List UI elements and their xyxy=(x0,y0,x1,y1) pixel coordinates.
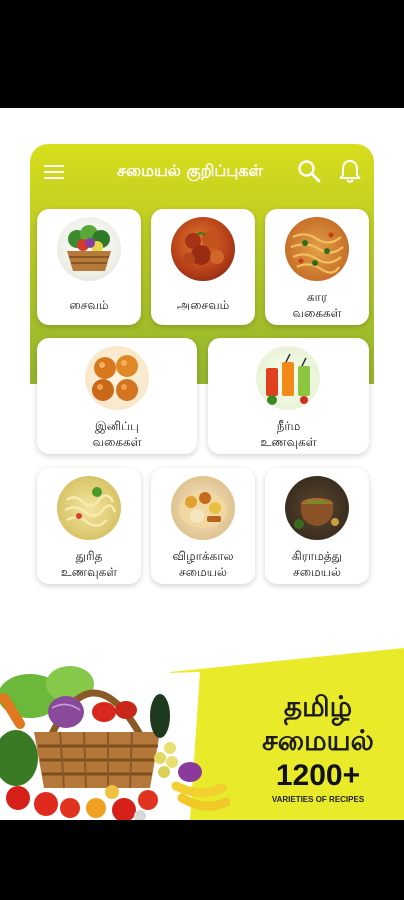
category-card-drinks[interactable]: நீர்ம உணவுகள் xyxy=(208,338,369,454)
category-label: துரித உணவுகள் xyxy=(60,549,118,579)
noodles-icon xyxy=(57,476,121,540)
banner-title-line2: சமையல் xyxy=(262,724,374,757)
app-bar: சமையல் குறிப்புகள் xyxy=(30,144,374,200)
vegetable-basket-icon xyxy=(0,666,230,820)
banner-title-line1: தமிழ் xyxy=(283,690,353,723)
app-title: சமையல் குறிப்புகள் xyxy=(117,161,263,180)
category-label: அசைவம் xyxy=(176,298,230,312)
category-card-nonveg[interactable]: அசைவம் xyxy=(151,209,255,325)
chicken-curry-icon xyxy=(171,217,235,281)
category-label: விழாக்கால சமையல் xyxy=(172,549,234,579)
category-label: கார வகைகள் xyxy=(292,290,342,320)
category-card-veg[interactable]: சைவம் xyxy=(37,209,141,325)
category-card-festival[interactable]: விழாக்கால சமையல் xyxy=(151,468,255,584)
category-card-village[interactable]: கிராமத்து சமையல் xyxy=(265,468,369,584)
category-card-sweets[interactable]: இனிப்பு வகைகள் xyxy=(37,338,197,454)
category-card-fastfood[interactable]: துரித உணவுகள் xyxy=(37,468,141,584)
category-card-spicy[interactable]: கார வகைகள் xyxy=(265,209,369,325)
vegetable-basket-icon xyxy=(57,217,121,281)
spicy-noodles-icon xyxy=(285,217,349,281)
festival-meal-icon xyxy=(171,476,235,540)
category-label: இனிப்பு வகைகள் xyxy=(92,419,142,449)
bell-icon[interactable] xyxy=(336,157,364,185)
menu-icon[interactable] xyxy=(44,162,66,180)
app-screen: சமையல் குறிப்புகள் சைவம் அசைவம் கார வகைக… xyxy=(0,108,404,820)
category-label: கிராமத்து சமையல் xyxy=(291,549,343,579)
clay-pot-icon xyxy=(285,476,349,540)
banner-subtitle: VARIETIES OF RECIPES xyxy=(271,795,365,804)
banner-recipe-count: 1200+ xyxy=(275,759,361,792)
juices-icon xyxy=(256,346,320,410)
sweets-icon xyxy=(85,346,149,410)
promo-banner: தமிழ் சமையல் 1200+ VARIETIES OF RECIPES xyxy=(0,648,404,820)
search-icon[interactable] xyxy=(296,158,322,184)
category-label: சைவம் xyxy=(69,298,109,312)
category-label: நீர்ம உணவுகள் xyxy=(260,419,317,449)
